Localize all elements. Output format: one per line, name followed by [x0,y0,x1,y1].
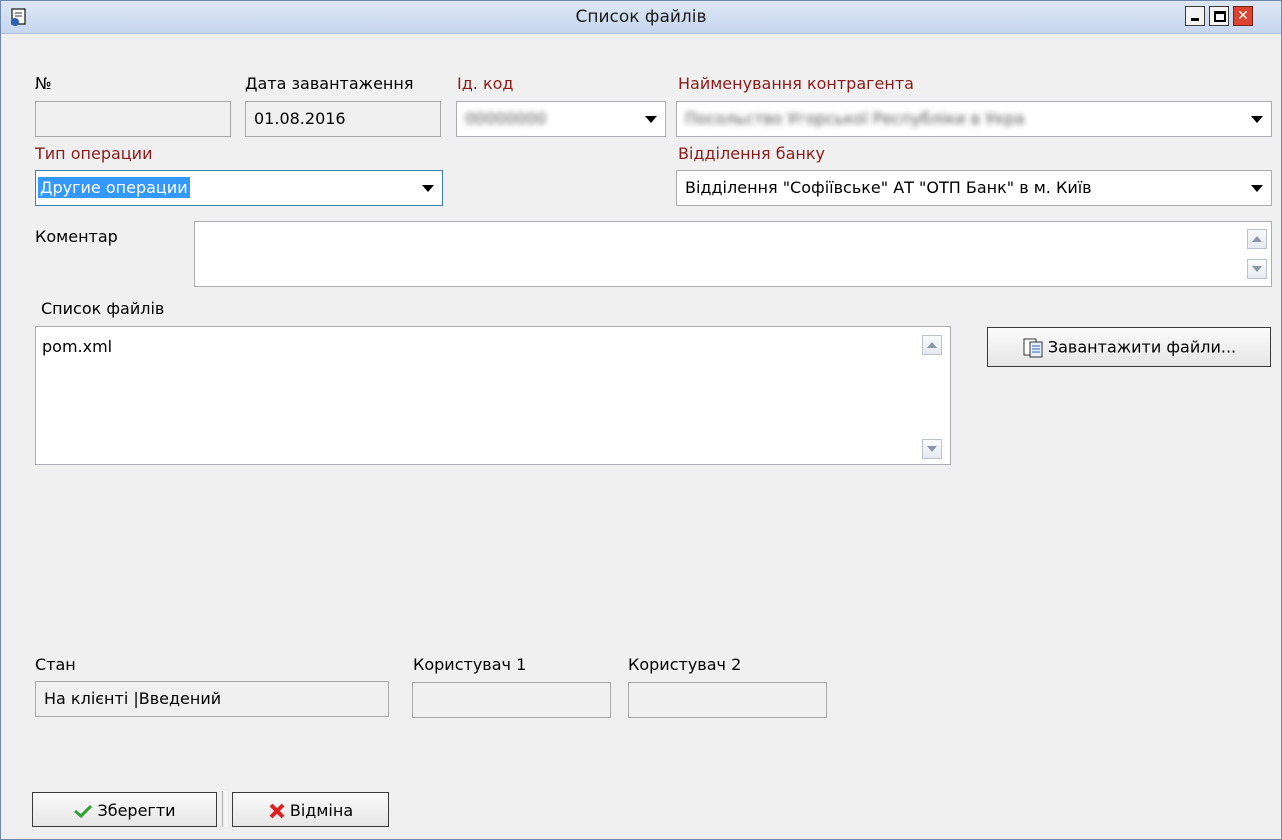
scroll-down-icon[interactable] [922,439,942,459]
list-item[interactable]: pom.xml [42,337,112,356]
upload-date-label: Дата завантаження [245,74,414,93]
button-separator [222,791,226,827]
title-bar[interactable]: Список файлів [1,1,1281,34]
user1-field[interactable] [412,682,611,718]
file-list-window: Список файлів № Дата завантаження 01.08.… [0,0,1282,840]
status-label: Стан [35,655,76,674]
upload-files-button[interactable]: Завантажити файли... [987,327,1271,367]
minimize-icon[interactable] [1185,6,1205,26]
save-label: Зберегти [97,801,176,820]
id-code-combobox[interactable]: 00000000 [456,101,666,137]
number-field[interactable] [35,101,231,137]
file-list-label: Список файлів [41,299,165,318]
comment-textarea[interactable] [194,221,1272,287]
status-field[interactable]: На клієнті |Введений [35,681,389,717]
user1-label: Користувач 1 [413,655,527,674]
bank-branch-combobox[interactable]: Відділення "Софіївське" АТ "ОТП Банк" в … [676,170,1272,206]
upload-files-label: Завантажити файли... [1047,337,1237,357]
scroll-up-icon[interactable] [1247,229,1267,249]
bank-branch-label: Відділення банку [678,144,825,163]
number-label: № [35,74,52,93]
red-x-icon [269,803,285,818]
operation-type-combobox[interactable]: Другие операции [35,170,443,206]
id-code-label: Ід. код [457,74,514,93]
cancel-button[interactable]: Відміна [232,792,389,827]
scroll-up-icon[interactable] [922,335,942,355]
document-folder-icon [1023,338,1043,357]
comment-label: Коментар [35,227,118,246]
chevron-down-icon[interactable] [645,116,657,123]
chevron-down-icon[interactable] [1251,185,1263,192]
scroll-down-icon[interactable] [1247,259,1267,279]
file-list-box[interactable]: pom.xml [35,326,951,465]
chevron-down-icon[interactable] [422,185,434,192]
cancel-label: Відміна [289,801,354,820]
id-code-value: 00000000 [465,109,547,128]
upload-date-field[interactable]: 01.08.2016 [245,101,441,137]
checkmark-icon [74,804,93,818]
save-button[interactable]: Зберегти [32,792,217,827]
window-title: Список файлів [575,7,707,27]
user2-field[interactable] [628,682,827,718]
counterparty-name-label: Найменування контрагента [678,74,914,93]
maximize-icon[interactable] [1209,6,1229,26]
counterparty-name-combobox[interactable]: Посольство Угорської Республіки в Укра [676,101,1272,137]
operation-type-value: Другие операции [38,177,190,198]
user2-label: Користувач 2 [628,655,742,674]
operation-type-label: Тип операции [35,144,153,163]
bank-branch-value: Відділення "Софіївське" АТ "ОТП Банк" в … [685,178,1092,197]
chevron-down-icon[interactable] [1251,116,1263,123]
counterparty-name-value: Посольство Угорської Республіки в Укра [685,109,1025,128]
close-icon[interactable] [1233,6,1253,26]
